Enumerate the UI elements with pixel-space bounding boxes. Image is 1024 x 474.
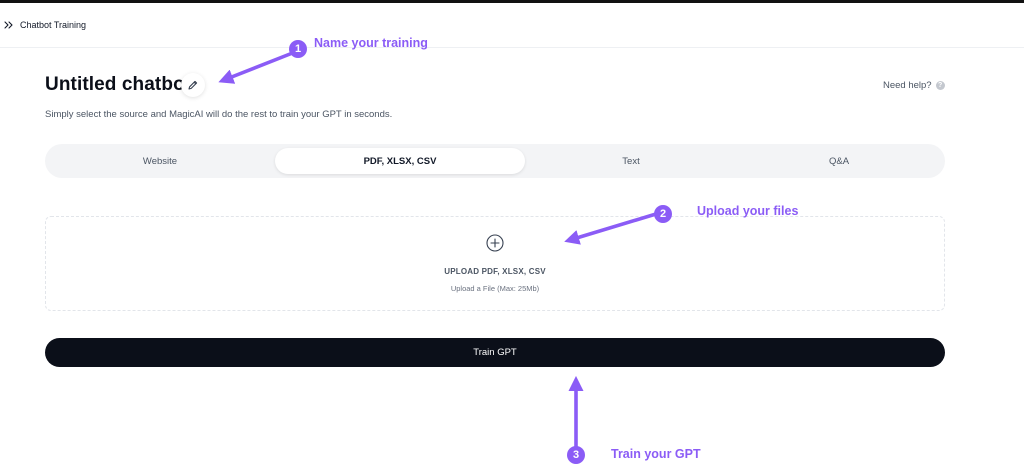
tab-qa[interactable]: Q&A bbox=[737, 148, 941, 174]
source-tabs: Website PDF, XLSX, CSV Text Q&A bbox=[45, 144, 945, 178]
tab-website[interactable]: Website bbox=[49, 148, 271, 174]
annotation-badge-2: 2 bbox=[654, 205, 672, 223]
upload-title: UPLOAD PDF, XLSX, CSV bbox=[444, 267, 546, 276]
file-upload-dropzone[interactable]: UPLOAD PDF, XLSX, CSV Upload a File (Max… bbox=[45, 216, 945, 311]
pencil-icon bbox=[188, 80, 198, 90]
annotation-label-2: Upload your files bbox=[697, 204, 799, 218]
annotation-badge-1: 1 bbox=[289, 40, 307, 58]
top-bar: Chatbot Training bbox=[0, 3, 1024, 48]
train-gpt-button[interactable]: Train GPT bbox=[45, 338, 945, 367]
breadcrumb-title: Chatbot Training bbox=[20, 20, 87, 30]
double-chevron-right-icon[interactable] bbox=[4, 19, 14, 31]
page-title: Untitled chatbot bbox=[45, 74, 192, 95]
plus-circle-icon bbox=[486, 234, 504, 252]
need-help-label: Need help? bbox=[883, 80, 932, 91]
page-subtitle: Simply select the source and MagicAI wil… bbox=[45, 109, 393, 120]
train-gpt-label: Train GPT bbox=[473, 347, 517, 358]
edit-title-button[interactable] bbox=[181, 73, 205, 97]
tab-pdf-xlsx-csv[interactable]: PDF, XLSX, CSV bbox=[275, 148, 525, 174]
upload-hint: Upload a File (Max: 25Mb) bbox=[450, 284, 540, 293]
annotation-label-1: Name your training bbox=[314, 36, 428, 50]
need-help-link[interactable]: Need help? ? bbox=[883, 80, 945, 91]
question-circle-icon: ? bbox=[935, 81, 945, 90]
tab-text[interactable]: Text bbox=[529, 148, 733, 174]
annotation-arrow-1 bbox=[218, 52, 292, 84]
annotation-badge-3: 3 bbox=[567, 446, 585, 464]
annotation-label-3: Train your GPT bbox=[611, 447, 701, 461]
